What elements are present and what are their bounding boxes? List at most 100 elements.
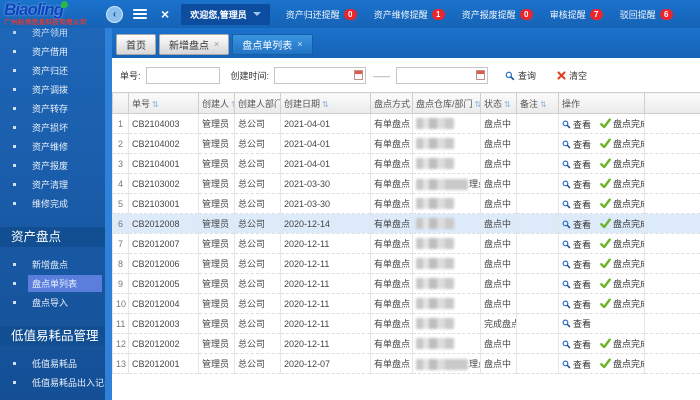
- col-header[interactable]: 操作: [559, 93, 645, 114]
- collapse-back-icon[interactable]: ‹: [106, 6, 123, 23]
- table-row[interactable]: 4CB2103002管理员总公司2021-03-30有单盘点理点盘点中查看盘点完…: [113, 174, 700, 194]
- complete-action[interactable]: 盘点完成: [600, 117, 644, 130]
- sidebar-item[interactable]: 资产维修: [0, 137, 105, 156]
- date-to-input[interactable]: [397, 69, 473, 82]
- table-row[interactable]: 9CB2012005管理员总公司2020-12-11有单盘点盘点中查看盘点完成: [113, 274, 700, 294]
- sidebar-item[interactable]: 资产转存: [0, 99, 105, 118]
- sort-icon[interactable]: ⇅: [540, 100, 547, 109]
- tab-item[interactable]: 首页: [116, 34, 156, 55]
- calendar-icon[interactable]: [354, 70, 363, 80]
- sidebar-section-title[interactable]: 低值易耗品管理: [0, 326, 105, 346]
- calendar-icon[interactable]: [476, 70, 485, 80]
- complete-action[interactable]: 盘点完成: [600, 237, 644, 250]
- sidebar-item[interactable]: 资产借用: [0, 42, 105, 61]
- sidebar-item-active[interactable]: 盘点单列表: [0, 274, 105, 293]
- col-header[interactable]: 盘点仓库/部门⇅: [413, 93, 481, 114]
- table-row[interactable]: 3CB2104001管理员总公司2021-04-01有单盘点盘点中查看盘点完成: [113, 154, 700, 174]
- col-header[interactable]: 创建人⇅: [199, 93, 235, 114]
- tab-close-icon[interactable]: ×: [214, 40, 219, 49]
- sidebar-item[interactable]: 资产归还: [0, 61, 105, 80]
- tab-item[interactable]: 新增盘点×: [159, 34, 229, 55]
- view-action[interactable]: 查看: [562, 258, 591, 271]
- sort-icon[interactable]: ⇅: [322, 100, 329, 109]
- complete-action[interactable]: 盘点完成: [600, 257, 644, 270]
- sort-icon[interactable]: ⇅: [475, 100, 481, 109]
- sidebar-item[interactable]: 盘点导入: [0, 293, 105, 312]
- sidebar-item[interactable]: 资产报废: [0, 156, 105, 175]
- order-no-input[interactable]: [146, 67, 220, 84]
- sidebar-item[interactable]: 资产领用: [0, 28, 105, 42]
- view-action[interactable]: 查看: [562, 118, 591, 131]
- complete-action[interactable]: 盘点完成: [600, 277, 644, 290]
- cell-dept: 总公司: [235, 214, 281, 234]
- sidebar-splitter[interactable]: [105, 28, 112, 400]
- col-header[interactable]: 单号⇅: [129, 93, 199, 114]
- complete-action[interactable]: 盘点完成: [600, 217, 644, 230]
- complete-action[interactable]: 盘点完成: [600, 157, 644, 170]
- close-icon[interactable]: ×: [161, 7, 169, 21]
- sidebar-item[interactable]: 资产清理: [0, 175, 105, 194]
- table-row[interactable]: 5CB2103001管理员总公司2021-03-30有单盘点盘点中查看盘点完成: [113, 194, 700, 214]
- view-action[interactable]: 查看: [562, 178, 591, 191]
- table-row[interactable]: 1CB2104003管理员总公司2021-04-01有单盘点盘点中查看盘点完成: [113, 114, 700, 134]
- cell-status: 盘点中: [481, 234, 517, 254]
- sidebar-section-title[interactable]: 资产盘点: [0, 227, 105, 247]
- table-row[interactable]: 7CB2012007管理员总公司2020-12-11有单盘点盘点中查看盘点完成: [113, 234, 700, 254]
- view-action[interactable]: 查看: [562, 278, 591, 291]
- reminder-item[interactable]: 资产归还提醒0: [286, 8, 357, 21]
- sidebar-item[interactable]: 新增盘点: [0, 255, 105, 274]
- cell-status: 盘点中: [481, 334, 517, 354]
- view-action[interactable]: 查看: [562, 238, 591, 251]
- complete-action[interactable]: 盘点完成: [600, 137, 644, 150]
- table-row[interactable]: 6CB2012008管理员总公司2020-12-14有单盘点盘点中查看盘点完成: [113, 214, 700, 234]
- complete-action[interactable]: 盘点完成: [600, 297, 644, 310]
- reminder-item[interactable]: 资产报废提醒0: [462, 8, 533, 21]
- view-action[interactable]: 查看: [562, 158, 591, 171]
- complete-action[interactable]: 盘点完成: [600, 197, 644, 210]
- table-row[interactable]: 8CB2012006管理员总公司2020-12-11有单盘点盘点中查看盘点完成: [113, 254, 700, 274]
- col-header[interactable]: 备注⇅: [517, 93, 559, 114]
- search-button[interactable]: 查询: [501, 69, 540, 82]
- col-header[interactable]: 创建人部门⇅: [235, 93, 281, 114]
- table-row[interactable]: 12CB2012002管理员总公司2020-12-11有单盘点盘点中查看盘点完成: [113, 334, 700, 354]
- date-from-input[interactable]: [275, 69, 351, 82]
- col-header[interactable]: 盘点方式⇅: [371, 93, 413, 114]
- sort-icon[interactable]: ⇅: [231, 100, 234, 109]
- menu-icon[interactable]: [133, 9, 147, 19]
- view-action[interactable]: 查看: [562, 218, 591, 231]
- tab-active[interactable]: 盘点单列表×: [232, 34, 312, 55]
- table-row[interactable]: 11CB2012003管理员总公司2020-12-11有单盘点完成盘点查看: [113, 314, 700, 334]
- view-action[interactable]: 查看: [562, 138, 591, 151]
- cell-warehouse: [413, 274, 481, 294]
- complete-action[interactable]: 盘点完成: [600, 177, 644, 190]
- table-row[interactable]: 2CB2104002管理员总公司2021-04-01有单盘点盘点中查看盘点完成: [113, 134, 700, 154]
- view-action[interactable]: 查看: [562, 317, 591, 330]
- cell-dept: 总公司: [235, 274, 281, 294]
- sidebar-item[interactable]: 低值易耗品: [0, 354, 105, 373]
- reminder-item[interactable]: 资产维修提醒1: [374, 8, 445, 21]
- sidebar-item-label: 维修完成: [28, 195, 105, 212]
- sort-icon[interactable]: ⇅: [152, 100, 159, 109]
- table-row[interactable]: 13CB2012001管理员总公司2020-12-07有单盘点理点盘点中查看盘点…: [113, 354, 700, 374]
- cell-warehouse: [413, 214, 481, 234]
- reminder-item[interactable]: 审核提醒7: [550, 8, 603, 21]
- col-header[interactable]: 创建日期⇅: [281, 93, 371, 114]
- view-action[interactable]: 查看: [562, 198, 591, 211]
- user-menu[interactable]: 欢迎您,管理员: [181, 4, 270, 25]
- table-row[interactable]: 10CB2012004管理员总公司2020-12-11有单盘点盘点中查看盘点完成: [113, 294, 700, 314]
- sidebar-item[interactable]: 低值易耗品出入记录: [0, 373, 105, 392]
- sidebar-item[interactable]: 维修完成: [0, 194, 105, 213]
- sidebar-item[interactable]: 资产调拨: [0, 80, 105, 99]
- view-action[interactable]: 查看: [562, 338, 591, 351]
- reminder-item[interactable]: 驳回提醒6: [620, 8, 673, 21]
- complete-action[interactable]: 盘点完成: [600, 337, 644, 350]
- tab-close-icon[interactable]: ×: [297, 40, 302, 49]
- view-action[interactable]: 查看: [562, 298, 591, 311]
- sidebar-item[interactable]: 资产损坏: [0, 118, 105, 137]
- clear-button[interactable]: 清空: [553, 69, 591, 82]
- table-body: 1CB2104003管理员总公司2021-04-01有单盘点盘点中查看盘点完成2…: [113, 114, 700, 374]
- complete-action[interactable]: 盘点完成: [600, 357, 644, 370]
- sort-icon[interactable]: ⇅: [504, 100, 511, 109]
- view-action[interactable]: 查看: [562, 358, 591, 371]
- col-header[interactable]: 状态⇅: [481, 93, 517, 114]
